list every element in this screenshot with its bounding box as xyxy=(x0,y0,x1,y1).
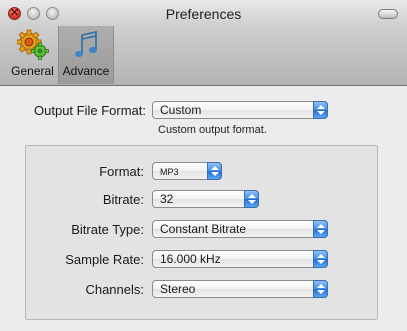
gears-icon xyxy=(16,29,49,60)
bitrate-type-value: Constant Bitrate xyxy=(160,222,247,236)
window-title: Preferences xyxy=(165,6,242,22)
bitrate-popup[interactable]: 32 xyxy=(152,190,259,208)
bitrate-label: Bitrate: xyxy=(102,192,144,207)
tab-advance-label: Advance xyxy=(62,64,110,78)
tab-general-label: General xyxy=(11,64,54,78)
bitrate-value: 32 xyxy=(160,192,174,206)
output-format-hint: Custom output format. xyxy=(158,124,267,136)
sample-rate-label: Sample Rate: xyxy=(65,252,144,267)
tab-advance[interactable]: Advance xyxy=(58,26,114,84)
format-value: MP3 xyxy=(160,167,179,177)
sample-rate-value: 16.000 kHz xyxy=(160,252,221,266)
titlebar: Preferences xyxy=(0,0,407,86)
popup-arrows-icon xyxy=(313,101,328,119)
sample-rate-popup[interactable]: 16.000 kHz xyxy=(152,250,328,268)
advance-pane: Output File Format: Custom Custom output… xyxy=(0,86,407,331)
output-format-value: Custom xyxy=(160,103,202,117)
bitrate-type-popup[interactable]: Constant Bitrate xyxy=(152,220,328,238)
format-label: Format: xyxy=(99,164,144,179)
channels-value: Stereo xyxy=(160,282,196,296)
popup-arrows-icon xyxy=(313,280,328,298)
preferences-window: Preferences xyxy=(0,0,407,331)
output-format-popup[interactable]: Custom xyxy=(152,101,328,119)
bitrate-type-label: Bitrate Type: xyxy=(71,222,144,237)
popup-arrows-icon xyxy=(313,250,328,268)
channels-label: Channels: xyxy=(85,282,144,297)
channels-popup[interactable]: Stereo xyxy=(152,280,328,298)
popup-arrows-icon xyxy=(313,220,328,238)
tab-general[interactable]: General xyxy=(7,26,58,84)
toolbar-toggle-button[interactable] xyxy=(378,9,398,19)
output-format-label: Output File Format: xyxy=(34,103,146,118)
format-popup[interactable]: MP3 xyxy=(152,162,222,180)
popup-arrows-icon xyxy=(244,190,259,208)
music-note-icon xyxy=(75,31,97,57)
popup-arrows-icon xyxy=(207,162,222,180)
